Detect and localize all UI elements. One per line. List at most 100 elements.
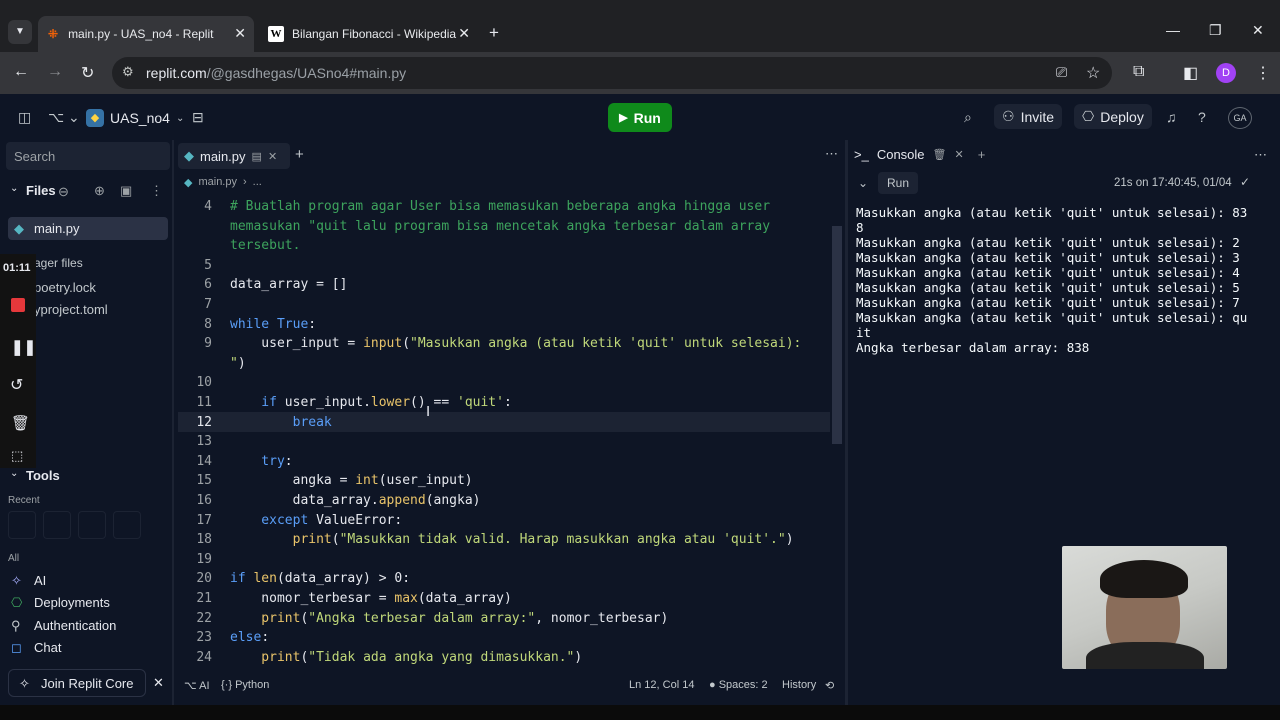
code-line: # Buatlah program agar User bisa memasuk… [230, 199, 770, 214]
stop-recording-icon[interactable] [11, 298, 25, 312]
delete-recording-icon[interactable]: 🗑 [11, 414, 30, 432]
code-token: ) [574, 649, 583, 665]
editor-scrollbar[interactable] [832, 226, 842, 444]
breadcrumb-file[interactable]: main.py [198, 176, 237, 189]
annotate-icon[interactable]: ⬚ [11, 448, 23, 464]
repl-name-button[interactable]: ◆ UAS_no4 ⌄ [86, 109, 184, 127]
code-token: (user_input) [378, 473, 473, 489]
console-more-icon[interactable]: ⋯ [1254, 147, 1267, 163]
expand-run-chevron-icon[interactable]: ⌄ [858, 176, 868, 190]
packager-files-folder[interactable]: ager files [34, 256, 83, 270]
file-item-poetry-lock[interactable]: poetry.lock [34, 280, 96, 295]
tab-options-icon[interactable]: ▤ [252, 150, 262, 163]
close-tab-icon[interactable]: ✕ [268, 150, 277, 163]
close-tab-icon[interactable]: ✕ [955, 148, 964, 161]
file-item-main-py[interactable]: ◆ main.py [8, 217, 168, 240]
code-line: angka = int(user_input) [230, 473, 473, 488]
forward-icon[interactable]: → [47, 63, 63, 81]
deploy-label: Deploy [1100, 108, 1144, 125]
breadcrumb-more[interactable]: ... [253, 176, 262, 189]
join-label: Join Replit Core [41, 676, 134, 691]
code-token: int [355, 473, 379, 489]
user-avatar[interactable]: GA [1228, 107, 1252, 129]
code-line: print("Angka terbesar dalam array:", nom… [230, 611, 668, 626]
new-folder-icon[interactable]: ▣ [120, 183, 132, 199]
files-more-icon[interactable]: ⋮ [150, 183, 163, 199]
toggle-sidebar-icon[interactable]: ◫ [18, 109, 31, 126]
database-icon[interactable]: ⊟ [192, 109, 204, 126]
tool-ai[interactable]: AI [34, 573, 46, 588]
recent-tool-slot[interactable] [113, 511, 141, 539]
recent-tool-slot[interactable] [8, 511, 36, 539]
cursor-position[interactable]: Ln 12, Col 14 [629, 679, 694, 691]
ai-status[interactable]: ⌥ AI [184, 679, 210, 692]
notifications-bell-icon[interactable]: ♫ [1166, 109, 1177, 125]
invite-button[interactable]: ⚇ Invite [994, 104, 1063, 129]
new-tab-icon[interactable]: + [489, 23, 499, 43]
run-button[interactable]: ▶ Run [608, 103, 672, 132]
add-tab-icon[interactable]: + [295, 146, 304, 163]
console-line: it [856, 325, 872, 340]
deploy-button[interactable]: ⎔ Deploy [1074, 104, 1152, 129]
profile-avatar[interactable]: D [1216, 63, 1236, 83]
tool-chat[interactable]: Chat [34, 640, 61, 655]
ai-status-icon: ⌥ [184, 680, 200, 692]
restore-icon[interactable]: ❐ [1209, 22, 1222, 39]
add-tab-icon[interactable]: + [978, 147, 986, 162]
editor-tab-main-py[interactable]: ◆ main.py ▤ ✕ [178, 143, 290, 169]
pause-icon[interactable]: ❚❚ [11, 338, 36, 356]
code-token: try [230, 453, 285, 469]
install-app-icon[interactable]: ⎚ [1056, 64, 1067, 81]
back-icon[interactable]: ← [13, 63, 29, 81]
console-run-badge[interactable]: Run [878, 172, 918, 194]
shoulders-shape [1086, 642, 1204, 669]
new-file-icon[interactable]: ⊕ [94, 183, 105, 199]
browser-tab-replit[interactable]: ⁜ main.py - UAS_no4 - Replit ✕ [38, 16, 254, 52]
recent-tool-slot[interactable] [43, 511, 71, 539]
extensions-icon[interactable]: ⧉ [1133, 63, 1144, 81]
code-token: : [308, 316, 317, 332]
recent-tool-slot[interactable] [78, 511, 106, 539]
tool-authentication[interactable]: Authentication [34, 618, 116, 633]
console-line: Masukkan angka (atau ketik 'quit' untuk … [856, 265, 1240, 280]
file-item-pyproject[interactable]: yproject.toml [34, 302, 108, 317]
restart-icon[interactable]: ↺ [10, 375, 23, 395]
dismiss-icon[interactable]: ✕ [153, 675, 164, 691]
code-token: "Tidak ada angka yang dimasukkan." [308, 649, 575, 665]
close-tab-icon[interactable]: ✕ [234, 25, 246, 42]
code-line: if len(data_array) > 0: [230, 571, 410, 586]
editor-more-icon[interactable]: ⋯ [825, 146, 838, 162]
bookmark-star-icon[interactable]: ☆ [1086, 63, 1100, 83]
history-button[interactable]: History [782, 679, 816, 691]
workspace-menu-icon[interactable]: ⌥ ⌄ [48, 109, 80, 126]
search-input[interactable]: Search [6, 142, 170, 170]
browser-tab-wikipedia[interactable]: W Bilangan Fibonacci - Wikipedia ✕ [258, 16, 478, 52]
search-icon[interactable]: ⌕ [964, 109, 972, 126]
close-tab-icon[interactable]: ✕ [458, 25, 470, 42]
code-token: max [394, 591, 418, 606]
code-token: ( [331, 532, 340, 548]
tab-search-icon[interactable]: ▼ [8, 20, 32, 44]
close-window-icon[interactable]: ✕ [1252, 22, 1264, 39]
site-info-icon[interactable]: ⚙ [122, 64, 134, 80]
tool-deployments[interactable]: Deployments [34, 595, 110, 610]
console-tab[interactable]: >_ Console 🗑 ✕ + [854, 147, 985, 162]
tools-chevron-icon[interactable]: ⌄ [10, 468, 18, 479]
language-status[interactable]: {·} Python [221, 679, 269, 691]
clear-console-icon[interactable]: 🗑 [933, 148, 947, 161]
side-panel-icon[interactable]: ◧ [1183, 63, 1198, 83]
code-token: "Masukkan angka (atau ketik 'quit' untuk… [410, 336, 802, 352]
code-token: memasukan "quit lalu program bisa mencet… [230, 218, 771, 234]
collapse-chevron-icon[interactable]: ⌄ [10, 183, 18, 194]
history-icon[interactable]: ⟲ [825, 679, 834, 692]
address-bar[interactable]: ⚙ replit.com/@gasdhegas/UASno4#main.py ⎚… [112, 57, 1112, 89]
join-replit-core-button[interactable]: ✧ Join Replit Core [8, 669, 146, 697]
help-icon[interactable]: ? [1198, 109, 1206, 125]
all-label: All [8, 553, 20, 564]
browser-menu-icon[interactable]: ⋮ [1255, 63, 1271, 83]
tab-title: main.py - UAS_no4 - Replit [68, 27, 214, 41]
reload-icon[interactable]: ↻ [81, 63, 94, 83]
spaces-status[interactable]: ● Spaces: 2 [709, 679, 768, 691]
invite-label: Invite [1020, 108, 1055, 125]
minimize-icon[interactable]: — [1166, 22, 1180, 38]
